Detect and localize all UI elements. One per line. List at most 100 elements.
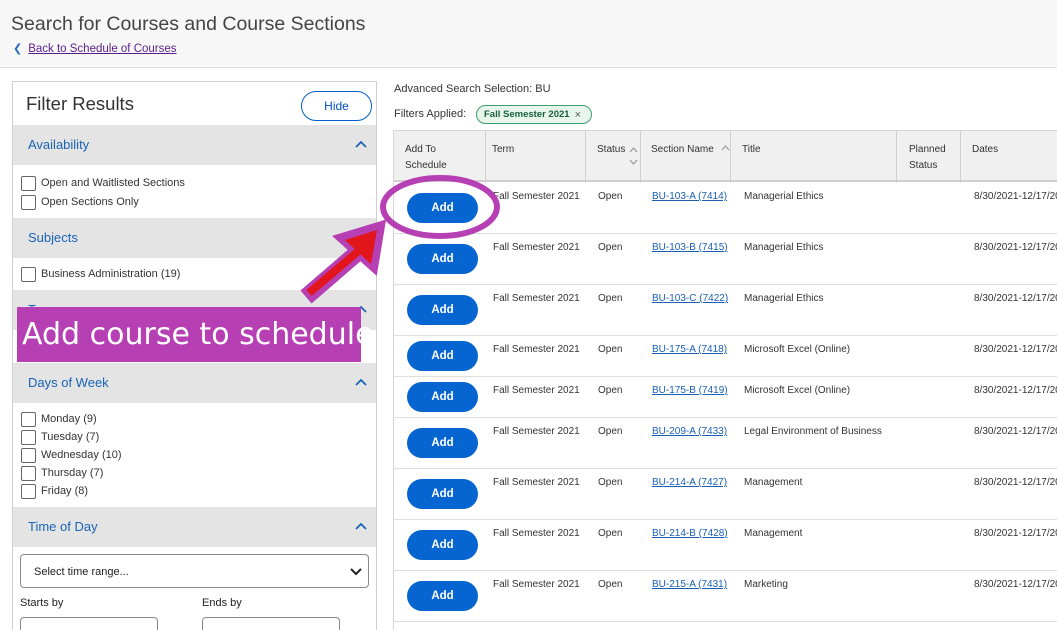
time-section-header[interactable]: Time of Day: [13, 507, 376, 547]
filters-applied-label: Filters Applied:: [394, 108, 467, 120]
checkbox[interactable]: [21, 483, 36, 499]
title-cell: Legal Environment of Business: [744, 426, 882, 437]
section-link[interactable]: BU-175-A (7418): [652, 344, 727, 355]
checkbox-label: Tuesday (7): [41, 431, 100, 443]
title-cell: Microsoft Excel (Online): [744, 344, 851, 355]
subject-option[interactable]: Business Administration (19): [21, 265, 180, 283]
term-cell: Fall Semester 2021: [493, 242, 580, 253]
status-cell: Open: [598, 191, 623, 202]
table-row: Add Fall Semester 2021 Open BU-209-A (74…: [394, 418, 1057, 469]
checkbox[interactable]: [21, 465, 36, 481]
section-link[interactable]: BU-214-A (7427): [652, 477, 727, 488]
add-button[interactable]: Add: [407, 530, 478, 560]
status-cell: Open: [598, 528, 623, 539]
column-header-section[interactable]: Section Name: [641, 131, 731, 183]
availability-option[interactable]: Open Sections Only: [21, 193, 139, 211]
checkbox[interactable]: [21, 411, 36, 427]
checkbox-label: Open and Waitlisted Sections: [41, 177, 185, 189]
section-link[interactable]: BU-103-C (7422): [652, 293, 728, 304]
page-title: Search for Courses and Course Sections: [11, 13, 366, 35]
add-button[interactable]: Add: [407, 428, 478, 458]
day-option[interactable]: Thursday (7): [21, 464, 103, 482]
dates-cell: 8/30/2021-12/17/2021: [974, 579, 1057, 590]
section-link[interactable]: BU-214-B (7428): [652, 528, 728, 539]
title-cell: Managerial Ethics: [744, 242, 824, 253]
time-label: Time of Day: [28, 519, 98, 534]
day-option[interactable]: Tuesday (7): [21, 428, 99, 446]
table-row: Add Fall Semester 2021 Open BU-103-A (74…: [394, 183, 1057, 234]
section-link[interactable]: BU-103-B (7415): [652, 242, 728, 253]
checkbox[interactable]: [21, 429, 36, 445]
status-cell: Open: [598, 242, 623, 253]
subjects-section-header[interactable]: Subjects: [13, 218, 376, 258]
add-button[interactable]: Add: [407, 341, 478, 371]
day-option[interactable]: Friday (8): [21, 482, 88, 500]
day-option[interactable]: Monday (9): [21, 410, 97, 428]
filter-chip-label: Fall Semester 2021: [484, 109, 570, 120]
title-cell: Microsoft Excel (Online): [744, 385, 851, 396]
title-cell: Marketing: [744, 579, 788, 590]
term-cell: Fall Semester 2021: [493, 579, 580, 590]
checkbox-label: Friday (8): [41, 485, 89, 497]
title-cell: Management: [744, 477, 803, 488]
dates-cell: 8/30/2021-12/17/2021: [974, 293, 1057, 304]
chevron-up-icon: [355, 378, 367, 386]
close-icon[interactable]: ×: [575, 109, 581, 121]
ends-by-input[interactable]: [202, 617, 340, 630]
term-cell: Fall Semester 2021: [493, 385, 580, 396]
results-table: Add To Schedule Term Status Section Name …: [393, 130, 1057, 630]
column-header-planned: Planned Status: [897, 131, 961, 183]
table-row: Add Fall Semester 2021 Open BU-214-A (74…: [394, 469, 1057, 520]
dates-cell: 8/30/2021-12/17/2021: [974, 344, 1057, 355]
filter-chip[interactable]: Fall Semester 2021 ×: [476, 105, 592, 124]
section-link[interactable]: BU-175-B (7419): [652, 385, 728, 396]
days-section-header[interactable]: Days of Week: [13, 363, 376, 403]
status-cell: Open: [598, 426, 623, 437]
add-button[interactable]: Add: [407, 479, 478, 509]
add-button[interactable]: Add: [407, 193, 478, 223]
term-cell: Fall Semester 2021: [493, 293, 580, 304]
day-option[interactable]: Wednesday (10): [21, 446, 122, 464]
section-link[interactable]: BU-103-A (7414): [652, 191, 727, 202]
add-button[interactable]: Add: [407, 581, 478, 611]
checkbox-label: Wednesday (10): [41, 449, 122, 461]
days-label: Days of Week: [28, 375, 109, 390]
availability-section-header[interactable]: Availability: [13, 125, 376, 165]
term-cell: Fall Semester 2021: [493, 344, 580, 355]
title-cell: Management: [744, 528, 803, 539]
sort-icon: [721, 145, 730, 151]
column-header-title[interactable]: Title: [731, 131, 897, 183]
term-cell: Fall Semester 2021: [493, 426, 580, 437]
column-header-term[interactable]: Term: [481, 131, 586, 183]
term-cell: Fall Semester 2021: [493, 477, 580, 488]
checkbox-label: Open Sections Only: [41, 196, 139, 208]
table-row: Add Fall Semester 2021 Open BU-175-A (74…: [394, 336, 1057, 377]
table-row: Add Fall Semester 2021 Open BU-215-A (74…: [394, 571, 1057, 622]
dates-cell: 8/30/2021-12/17/2021: [974, 426, 1057, 437]
add-button[interactable]: Add: [407, 382, 478, 412]
annotation-banner: Add course to schedule: [17, 307, 374, 362]
checkbox[interactable]: [21, 447, 36, 463]
term-cell: Fall Semester 2021: [493, 191, 580, 202]
checkbox-label: Thursday (7): [41, 467, 104, 479]
add-button[interactable]: Add: [407, 295, 478, 325]
checkbox[interactable]: [21, 175, 36, 191]
dates-cell: 8/30/2021-12/17/2021: [974, 528, 1057, 539]
dates-cell: 8/30/2021-12/17/2021: [974, 191, 1057, 202]
availability-option[interactable]: Open and Waitlisted Sections: [21, 174, 185, 192]
time-range-select[interactable]: Select time range...: [20, 554, 369, 588]
checkbox[interactable]: [21, 266, 36, 282]
column-header-status[interactable]: Status: [586, 131, 641, 183]
checkbox[interactable]: [21, 194, 36, 210]
sort-icon: [629, 147, 638, 165]
starts-by-input[interactable]: [20, 617, 158, 630]
hide-filters-button[interactable]: Hide: [301, 91, 372, 121]
page-header: Search for Courses and Course Sections ❮…: [0, 0, 1057, 68]
back-to-schedule-link[interactable]: ❮ Back to Schedule of Courses: [13, 42, 177, 55]
add-button[interactable]: Add: [407, 244, 478, 274]
title-cell: Managerial Ethics: [744, 191, 824, 202]
back-link-label: Back to Schedule of Courses: [28, 43, 177, 55]
section-link[interactable]: BU-215-A (7431): [652, 579, 727, 590]
status-cell: Open: [598, 344, 623, 355]
section-link[interactable]: BU-209-A (7433): [652, 426, 727, 437]
